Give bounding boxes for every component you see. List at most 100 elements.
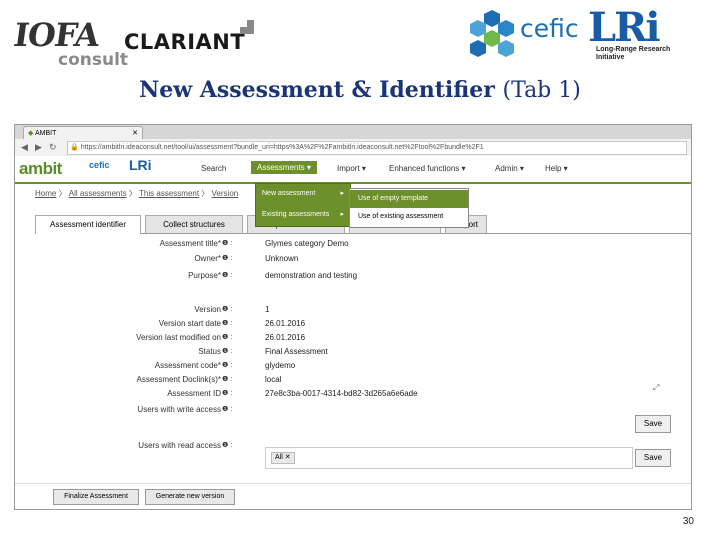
slide-number: 30	[682, 516, 694, 527]
new-assessment-label: New assessment	[262, 190, 316, 197]
browser-tabstrip: ◆ AMBIT ✕	[15, 125, 691, 140]
info-icon[interactable]: ❶ :	[222, 389, 232, 397]
slide-title-main: New Assessment & Identifier	[139, 77, 495, 103]
slide-title: New Assessment & Identifier (Tab 1)	[0, 77, 720, 103]
finalize-assessment-button[interactable]: Finalize Assessment	[53, 489, 139, 505]
tab-collect-structures[interactable]: Collect structures	[145, 215, 243, 233]
read-access-input[interactable]: All ✕	[265, 447, 633, 469]
ambit-logo: ambit	[19, 159, 62, 178]
info-icon[interactable]: ❶ :	[222, 254, 232, 262]
menu-import-label: Import	[337, 164, 360, 173]
breadcrumb: Home 〉 All assessments 〉 This assessment…	[35, 189, 239, 198]
field-value[interactable]: local	[265, 375, 281, 384]
dropdown-new-assessment[interactable]: New assessment ▸	[256, 184, 350, 204]
field-value[interactable]: demonstration and testing	[265, 271, 357, 280]
save-write-access-button[interactable]: Save	[635, 415, 671, 433]
clariant-mark-icon	[240, 20, 254, 34]
info-icon[interactable]: ❶ :	[222, 239, 232, 247]
field-value[interactable]: Unknown	[265, 254, 298, 263]
info-icon[interactable]: ❶ :	[222, 361, 232, 369]
info-icon[interactable]: ❶ :	[222, 271, 232, 279]
field-label: Assessment ID	[167, 389, 221, 398]
field-label: Purpose*	[188, 271, 221, 280]
menu-enhanced-label: Enhanced functions	[389, 164, 460, 173]
menu-admin-label: Admin	[495, 164, 518, 173]
info-icon[interactable]: ❶ :	[222, 319, 232, 327]
menu-search[interactable]: Search	[201, 164, 226, 173]
clariant-logo: CLARIANT	[124, 30, 246, 54]
field-label: Version	[194, 305, 221, 314]
caret-down-icon: ▾	[306, 163, 311, 172]
info-icon[interactable]: ❶ :	[222, 375, 232, 383]
menu-assessments[interactable]: Assessments ▾	[251, 161, 317, 174]
browser-window: ◆ AMBIT ✕ ◀ ▶ ↻ 🔒 https://ambitlri.ideaco…	[14, 124, 692, 510]
menu-enhanced-functions[interactable]: Enhanced functions ▾	[389, 164, 466, 173]
menu-help-label: Help	[545, 164, 562, 173]
lock-icon: 🔒	[70, 144, 79, 151]
field-value: 27e8c3ba-0017-4314-bd82-3d265a6e6ade	[265, 389, 418, 398]
caret-right-icon: ▸	[340, 211, 344, 218]
lri-small-logo: LRi	[129, 157, 152, 173]
app-header: ambit cefic LRi Search Assessments ▾ Imp…	[15, 156, 691, 184]
iofa-logo: IOFA	[11, 16, 102, 54]
existing-assessments-label: Existing assessments	[262, 211, 330, 218]
reload-icon[interactable]: ↻	[49, 142, 57, 153]
tab-assessment-identifier[interactable]: Assessment identifier	[35, 215, 141, 234]
browser-toolbar: ◀ ▶ ↻ 🔒 https://ambitlri.ideaconsult.net/…	[15, 139, 691, 157]
field-value[interactable]: glydemo	[265, 361, 295, 370]
field-label: Assessment code*	[154, 361, 221, 370]
address-url: https://ambitlri.ideaconsult.net/tool/ui…	[80, 144, 484, 151]
breadcrumb-all-assessments[interactable]: All assessments	[69, 189, 127, 198]
menu-help[interactable]: Help ▾	[545, 164, 568, 173]
field-value[interactable]: Glymes category Demo	[265, 239, 349, 248]
divider	[15, 483, 691, 484]
field-value: 26.01.2016	[265, 333, 306, 342]
browser-tab-title: AMBIT	[34, 130, 57, 137]
new-assessment-submenu: Use of empty template Use of existing as…	[349, 188, 469, 228]
info-icon[interactable]: ❶ :	[222, 347, 232, 355]
menu-assessments-label: Assessments	[257, 163, 305, 172]
field-label: Assessment Doclink(s)*	[136, 375, 221, 384]
back-icon[interactable]: ◀	[21, 142, 28, 153]
browser-tab[interactable]: ◆ AMBIT ✕	[23, 126, 143, 140]
cefic-small-logo: cefic	[89, 160, 110, 170]
cefic-logo: cefic	[520, 14, 579, 43]
read-access-chip[interactable]: All ✕	[271, 452, 295, 464]
field-label: Owner*	[194, 254, 221, 263]
info-icon[interactable]: ❶ :	[222, 405, 232, 413]
field-label: Version start date	[158, 319, 221, 328]
breadcrumb-home[interactable]: Home	[35, 189, 56, 198]
address-bar[interactable]: 🔒 https://ambitlri.ideaconsult.net/tool/u…	[67, 141, 687, 155]
field-value: 26.01.2016	[265, 319, 306, 328]
field-label: Users with read access	[138, 441, 221, 450]
lri-logo: LRi	[588, 4, 661, 51]
save-read-access-button[interactable]: Save	[635, 449, 671, 467]
field-value: Final Assessment	[265, 347, 328, 356]
slide-title-tab: (Tab 1)	[502, 78, 581, 103]
iofa-logo-sub: consult	[58, 50, 129, 70]
ambit-favicon-icon: ◆	[28, 130, 34, 137]
caret-right-icon: ▸	[340, 190, 344, 197]
info-icon[interactable]: ❶ :	[222, 441, 232, 449]
cefic-hexagon-icon	[470, 10, 514, 57]
breadcrumb-version[interactable]: Version	[212, 189, 239, 198]
field-value: 1	[265, 305, 270, 314]
field-label: Status	[198, 347, 221, 356]
field-label: Assessment title*	[159, 239, 221, 248]
breadcrumb-this-assessment[interactable]: This assessment	[139, 189, 199, 198]
forward-icon[interactable]: ▶	[35, 142, 42, 153]
generate-new-version-button[interactable]: Generate new version	[145, 489, 235, 505]
lri-logo-sub: Long-Range Research Initiative	[596, 46, 671, 61]
read-chip-label: All	[275, 454, 283, 461]
submenu-empty-template[interactable]: Use of empty template	[350, 190, 468, 208]
external-link-icon[interactable]: ⤢	[653, 383, 659, 393]
assessments-dropdown: New assessment ▸ Existing assessments ▸	[255, 183, 351, 227]
info-icon[interactable]: ❶ :	[222, 333, 232, 341]
menu-admin[interactable]: Admin ▾	[495, 164, 524, 173]
submenu-existing-assessment[interactable]: Use of existing assessment	[350, 208, 468, 226]
dropdown-existing-assessments[interactable]: Existing assessments ▸	[256, 205, 350, 225]
field-label: Users with write access	[137, 405, 221, 414]
field-label: Version last modified on	[136, 333, 221, 342]
info-icon[interactable]: ❶ :	[222, 305, 232, 313]
menu-import[interactable]: Import ▾	[337, 164, 366, 173]
